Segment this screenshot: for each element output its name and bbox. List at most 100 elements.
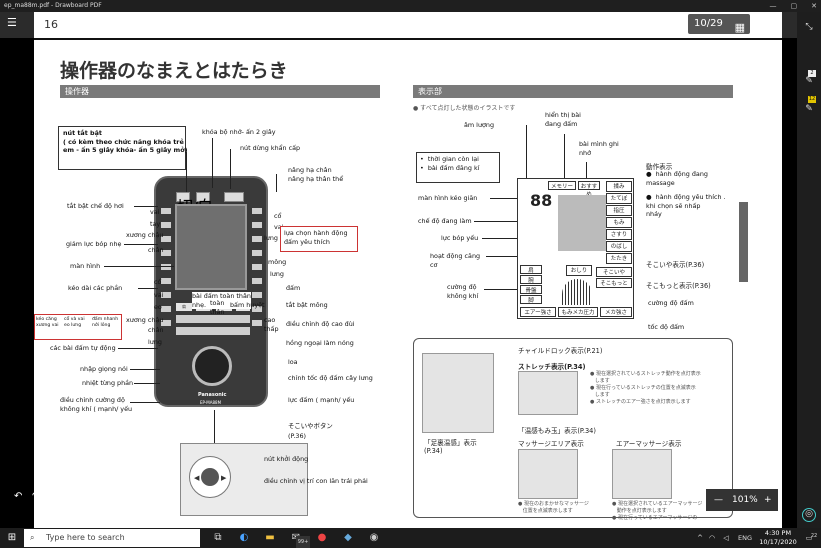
display-osusume: おすすめ — [578, 181, 600, 198]
leader-line — [130, 402, 160, 403]
chair-illustration — [422, 353, 494, 433]
side-button — [252, 264, 262, 270]
edge-icon[interactable]: ◐ — [238, 532, 250, 544]
label-pull: màn hình kéo giãn — [418, 194, 478, 202]
leader-line — [230, 149, 231, 189]
side-button — [161, 278, 171, 284]
language-indicator[interactable]: ENG — [736, 532, 754, 544]
zoom-in-button[interactable]: + — [764, 489, 772, 511]
mail-badge: 99+ — [296, 536, 310, 548]
zoom-out-button[interactable]: — — [714, 489, 723, 511]
label-auto-programs: các bài đấm tự động — [50, 344, 116, 352]
notification-count: 22 — [810, 533, 818, 539]
section-header-left: 操作器 — [60, 85, 380, 98]
label-action-2: ● hành động yêu thích . khi chọn sẽ nhấp… — [646, 193, 726, 219]
label-thigh-height: điều chỉnh độ cao đùi — [286, 320, 355, 328]
side-button — [252, 278, 262, 284]
label-neck-waist: cổ và vai eo lưng — [64, 317, 85, 329]
chair-figure — [558, 195, 606, 251]
settings-icon[interactable]: ◎ — [802, 508, 816, 522]
rotate-controls: ↶ ↷ — [14, 491, 54, 509]
label-air-strength: điều chỉnh cường độ không khí ( mạnh/ yế… — [60, 396, 133, 413]
page-counter[interactable]: 10/29 ▦ — [688, 14, 750, 34]
stretch-notes: ● 現在選択されているストレッチ動作を点灯表示 します ● 現在行っているストレ… — [590, 371, 701, 405]
label-stretch-display: ストレッチ表示(P.34) — [518, 363, 586, 371]
label-force: lực đấm ( mạnh/ yếu — [288, 396, 355, 404]
page-number-left: 16 — [44, 18, 58, 31]
collapse-icon[interactable]: ⤡ — [802, 22, 816, 36]
label-area: マッサージエリア表示 — [518, 440, 584, 448]
drawboard-icon[interactable]: ◉ — [368, 532, 380, 544]
side-button — [252, 292, 262, 298]
label-memory-lock: khóa bộ nhớ- ấn 2 giây — [202, 128, 276, 136]
display-part: 肩 — [520, 265, 542, 274]
maximize-icon[interactable]: ▢ — [791, 2, 798, 10]
area-illustration — [518, 449, 578, 499]
leader-line — [482, 238, 522, 239]
grid-view-icon[interactable]: ▦ — [735, 18, 745, 38]
label-tap: đấm — [286, 284, 301, 292]
file-explorer-icon[interactable]: ▬ — [264, 532, 276, 544]
display-bottom-label: もみメカ圧力 — [558, 307, 598, 317]
label-back-speed: chỉnh tốc độ đấm cây lưng — [288, 374, 373, 382]
task-view-icon[interactable]: ⧉ — [212, 532, 224, 544]
remote-screen — [175, 204, 247, 290]
label-action-1: ● hành động đang massage — [646, 170, 708, 187]
air-side-button — [161, 208, 171, 214]
taskbar-search[interactable]: ⌕ Type here to search — [24, 529, 200, 547]
search-icon: ⌕ — [30, 533, 35, 542]
display-number: 88 — [530, 191, 553, 210]
display-bottom-label: エアー強さ — [520, 307, 556, 317]
label-emergency-stop: nút dừng khẩn cấp — [240, 144, 301, 152]
side-button — [252, 250, 262, 256]
app-icon[interactable]: ◆ — [342, 532, 354, 544]
leader-line — [130, 369, 160, 370]
zoom-control: — 101% + — [706, 489, 778, 511]
close-icon[interactable]: ✕ — [811, 2, 817, 10]
window-titlebar: ep_ma88m.pdf - Drawboard PDF — ▢ ✕ — [0, 0, 821, 12]
label-shoulder: vai — [150, 208, 160, 216]
label-sokomotto: そこもっと表示(P.36) — [646, 282, 711, 290]
model-label: EP-MA88M — [200, 400, 222, 405]
air-notes: ● 現在選択されているエアーマッサージ 動作を点灯表示します ● 現在行っている… — [612, 501, 703, 521]
display-sokomotto: そこもっと — [596, 278, 632, 288]
display-right-cell: 揉み — [606, 181, 632, 192]
highlighter-badge: 12 — [808, 96, 816, 103]
display-right-cell: たたき — [606, 253, 632, 264]
highlighter-icon[interactable]: ✎ — [802, 104, 816, 118]
taskbar-clock[interactable]: 4:30 PM 10/17/2020 — [758, 529, 798, 547]
label-air-toggle: tắt bật chế độ hơi — [67, 202, 124, 210]
zoom-level: 101% — [732, 495, 758, 505]
label-roller-position: điều chỉnh vị trí con lăn trái phải — [264, 477, 368, 485]
right-sidebar: ⤡ 2 ✎ 12 ✎ ◎ — [797, 12, 821, 528]
taskbar: ⊞ ⌕ Type here to search ⧉ ◐ ▬ ✉ 99+ ● ◆ … — [0, 528, 821, 548]
rotate-left-icon[interactable]: ↶ — [14, 491, 22, 502]
label-air-massage: エアーマッサージ表示 — [616, 440, 682, 448]
tray-chevron-icon[interactable]: ^ — [694, 532, 706, 544]
label-child-lock: チャイルドロック表示(P.21) — [518, 347, 603, 355]
pdf-page: 16 17 操作器のなまえとはたらき 操作器 表示部 ● すべて点灯した状態のイ… — [34, 12, 782, 528]
rotate-right-icon[interactable]: ↷ — [32, 491, 40, 502]
label-speaker: loa — [288, 358, 298, 366]
right-arrow-icon: ▶ — [221, 474, 227, 482]
pen-icon[interactable]: ✎ — [802, 76, 816, 90]
program-row — [176, 327, 250, 335]
chrome-icon[interactable]: ● — [316, 532, 328, 544]
label-start: nút khởi động — [264, 455, 309, 463]
label-pelvis: xương chậu — [126, 231, 164, 239]
label-local-heat: nhiệt từng phần — [82, 379, 134, 387]
label-whole: toàn thân — [210, 299, 225, 316]
label-back-r: lưng — [270, 270, 284, 278]
volume-icon[interactable]: ◁ — [720, 532, 732, 544]
label-lift: nâng hạ chân nâng hạ thân thể — [288, 166, 344, 183]
side-button — [252, 320, 262, 326]
windows-start-icon[interactable]: ⊞ — [6, 532, 18, 544]
label-favorite: lựa chọn hành động đấm yêu thích — [284, 229, 348, 246]
label-waist: eo — [154, 303, 162, 311]
hamburger-icon[interactable]: ☰ — [7, 17, 19, 28]
page-title: 操作器のなまえとはたらき — [60, 60, 288, 82]
network-icon[interactable]: ◠ — [706, 532, 718, 544]
leader-line — [104, 266, 174, 267]
strength-fan — [562, 279, 592, 305]
minimize-icon[interactable]: — — [770, 2, 777, 10]
